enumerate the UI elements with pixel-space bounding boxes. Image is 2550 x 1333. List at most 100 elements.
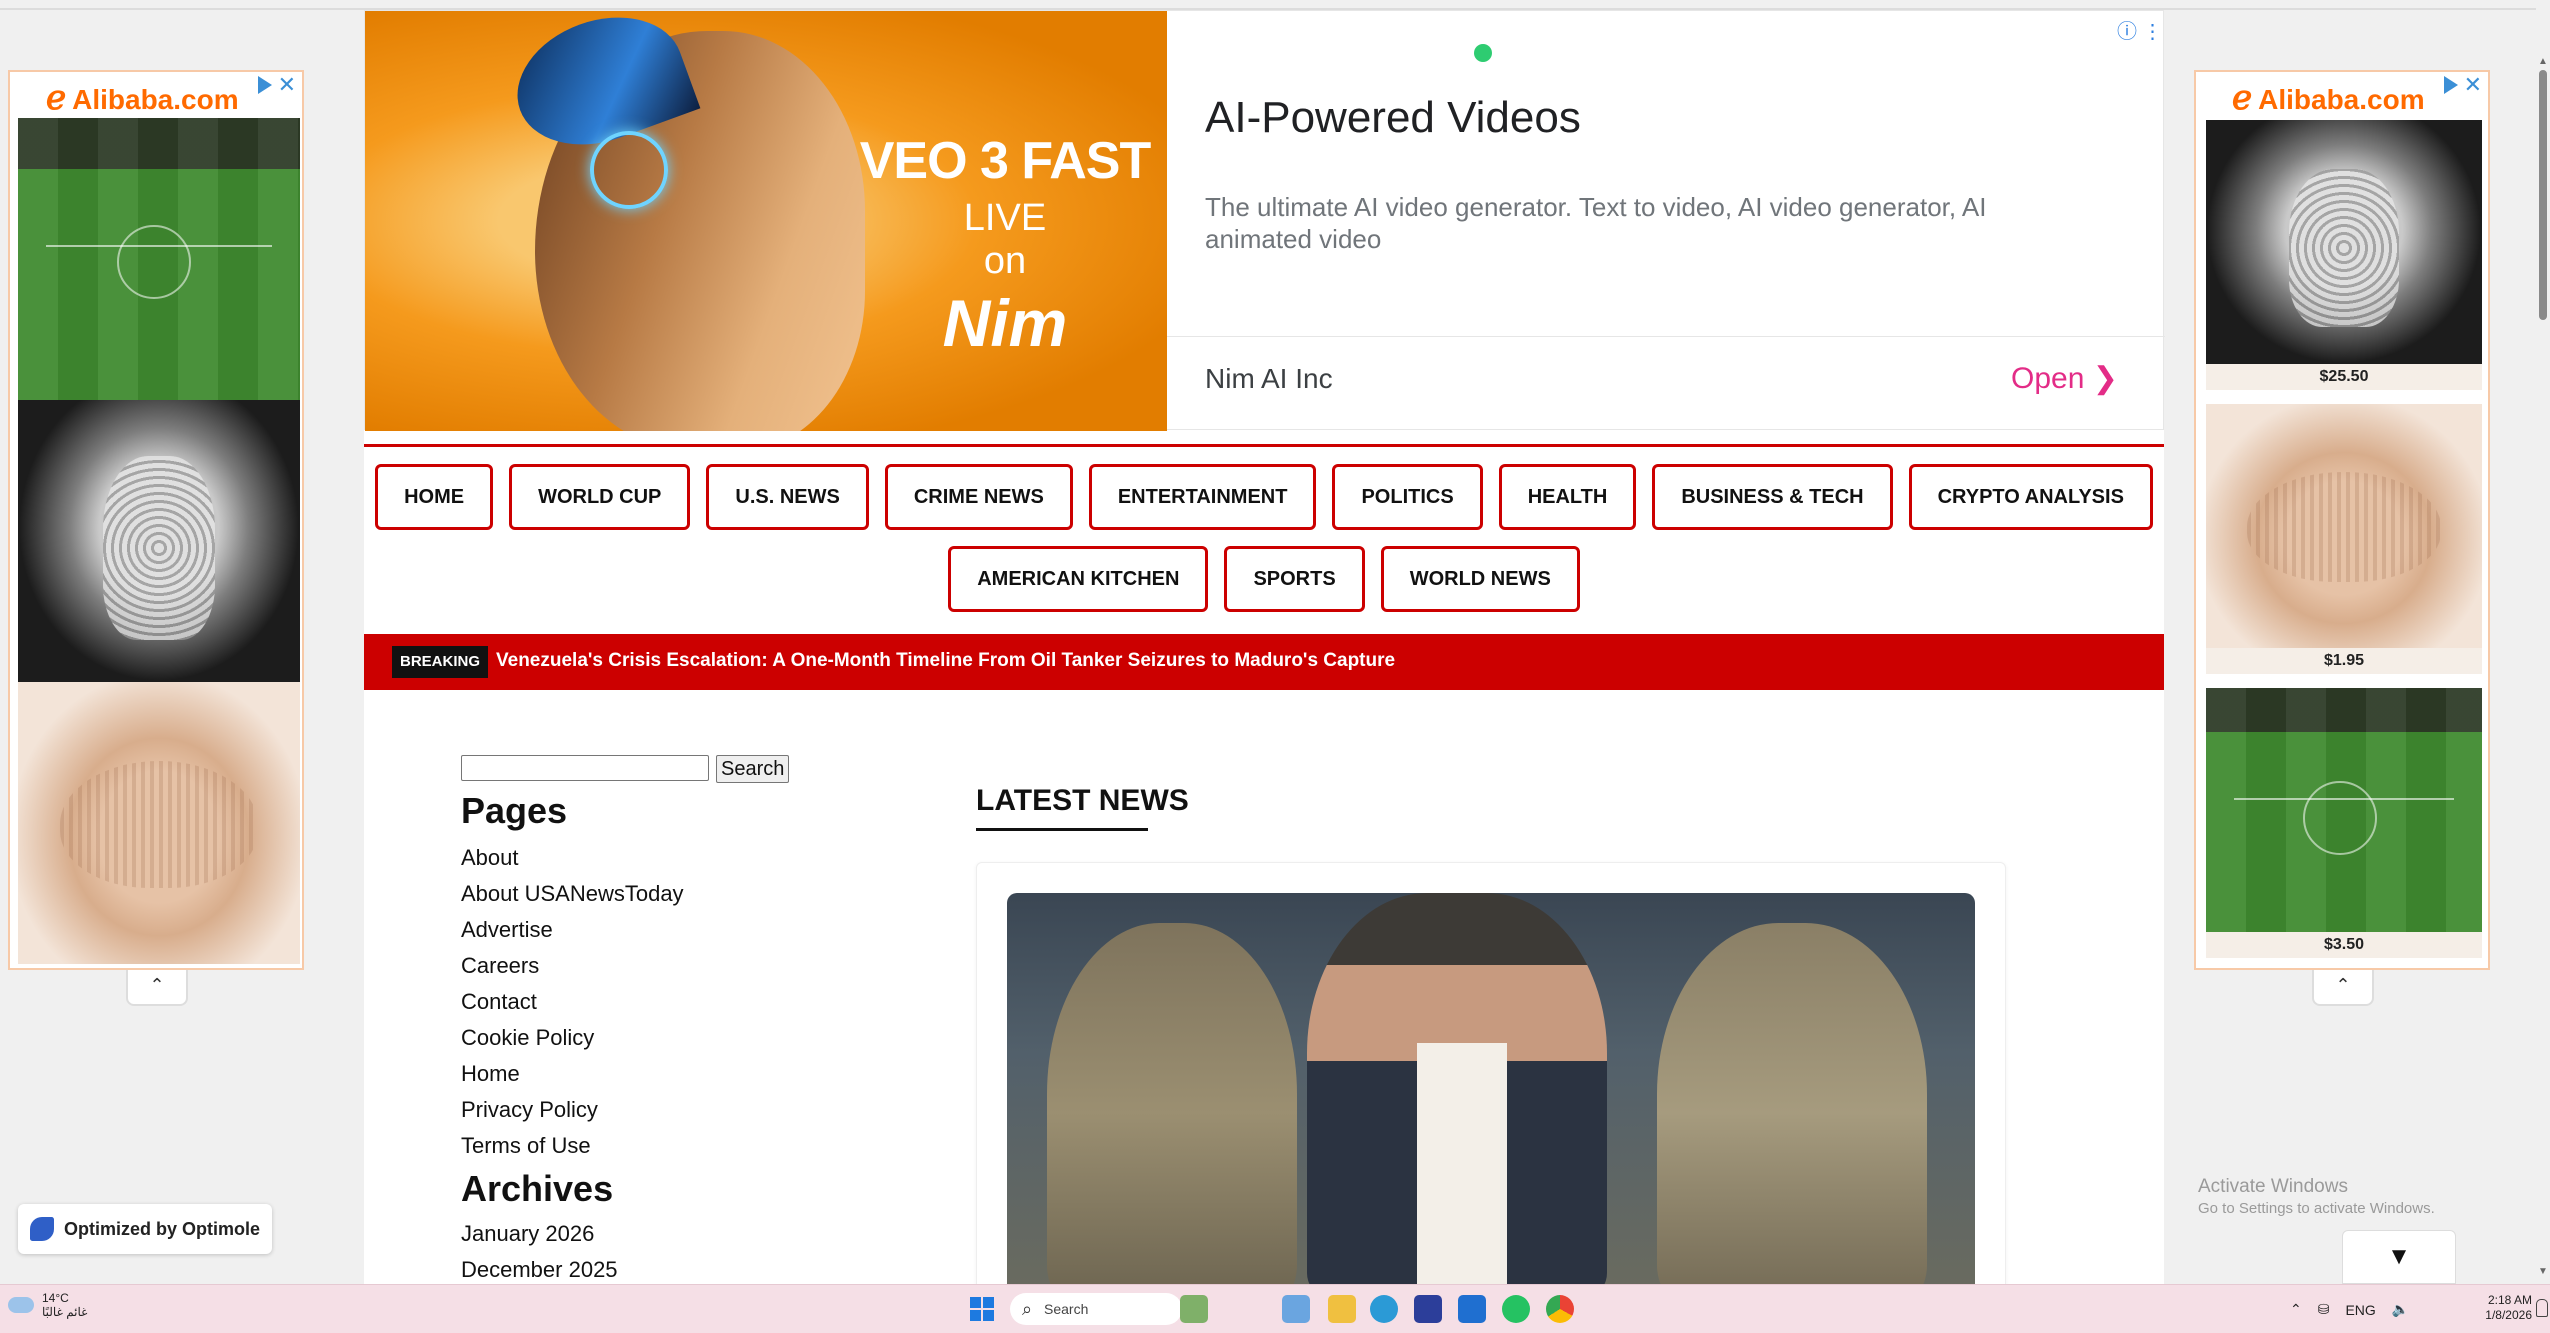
right-side-ad[interactable]: ℯ Alibaba.com ✕ $25.50 $1.95 $3.50 (2194, 70, 2490, 970)
search-input[interactable] (461, 755, 709, 781)
page-link-careers[interactable]: Careers (461, 948, 684, 984)
heading-underline (976, 828, 1148, 831)
stadium-image[interactable] (18, 118, 300, 400)
page-link-contact[interactable]: Contact (461, 984, 684, 1020)
archive-link[interactable]: January 2026 (461, 1216, 618, 1252)
page-link-home[interactable]: Home (461, 1056, 684, 1092)
cloud-icon (8, 1297, 34, 1313)
nav-item-american-kitchen[interactable]: AMERICAN KITCHEN (948, 546, 1209, 612)
windows-start-icon[interactable] (970, 1297, 994, 1321)
nav-item-world-news[interactable]: WORLD NEWS (1380, 546, 1580, 612)
store-icon[interactable] (1414, 1295, 1442, 1323)
fashion-image (2206, 120, 2482, 364)
windows-taskbar: 14°C غائم غالبًا Search ⌃ ⛁ ENG 🔈 2:18 A… (0, 1284, 2550, 1333)
page-scrollbar[interactable]: ▲ ▼ (2536, 0, 2550, 1284)
collapse-right-ad-button[interactable]: ⌃ (2312, 970, 2374, 1006)
pages-list: About About USANewsToday Advertise Caree… (461, 840, 684, 1164)
page-link-about[interactable]: About (461, 840, 684, 876)
alibaba-logo[interactable]: ℯ Alibaba.com (2232, 78, 2425, 118)
latest-news-heading: LATEST NEWS (976, 784, 1189, 817)
lingerie-image[interactable] (18, 682, 300, 964)
page-link-terms-of-use[interactable]: Terms of Use (461, 1128, 684, 1164)
ad-product-item[interactable]: $3.50 (2206, 688, 2482, 958)
widget-icon[interactable] (1180, 1295, 1208, 1323)
nav-item-home[interactable]: HOME (375, 464, 494, 530)
alibaba-logo[interactable]: ℯ Alibaba.com (46, 78, 239, 118)
taskbar-search[interactable]: Search (1010, 1293, 1182, 1325)
system-clock[interactable]: 2:18 AM 1/8/2026 (2482, 1293, 2532, 1323)
file-explorer-icon[interactable] (1328, 1295, 1356, 1323)
ad-glow-art (590, 131, 668, 209)
main-navigation: HOME WORLD CUP U.S. NEWS CRIME NEWS ENTE… (364, 464, 2164, 628)
pages-heading: Pages (461, 790, 568, 831)
nav-item-crime-news[interactable]: CRIME NEWS (884, 464, 1073, 530)
page-link-advertise[interactable]: Advertise (461, 912, 684, 948)
close-icon[interactable]: ✕ (278, 72, 296, 98)
scroll-up-arrow-icon[interactable]: ▲ (2538, 56, 2548, 68)
nav-item-entertainment[interactable]: ENTERTAINMENT (1088, 464, 1317, 530)
archives-heading: Archives (461, 1168, 614, 1209)
nav-item-business-tech[interactable]: BUSINESS & TECH (1652, 464, 1893, 530)
ad-header: ℯ Alibaba.com ✕ (10, 72, 302, 118)
nav-item-crypto-analysis[interactable]: CRYPTO ANALYSIS (1908, 464, 2153, 530)
notification-bell-icon[interactable] (2536, 1299, 2548, 1317)
alibaba-glyph-icon: ℯ (46, 79, 67, 117)
adchoices-icon[interactable] (258, 76, 272, 94)
activate-windows-watermark: Activate Windows Go to Settings to activ… (2198, 1176, 2435, 1217)
edge-browser-icon[interactable] (1370, 1295, 1398, 1323)
product-price: $1.95 (2206, 648, 2482, 674)
copilot-icon[interactable] (1282, 1295, 1310, 1323)
scroll-down-button[interactable]: ▼ (2342, 1230, 2456, 1284)
chevron-up-icon[interactable]: ⌃ (2290, 1301, 2302, 1318)
page-link-cookie-policy[interactable]: Cookie Policy (461, 1020, 684, 1056)
page-link-privacy-policy[interactable]: Privacy Policy (461, 1092, 684, 1128)
scrollbar-thumb[interactable] (2539, 70, 2547, 320)
ad-open-button[interactable]: Open ❯ (2011, 361, 2118, 396)
page-link-about-usanewstoday[interactable]: About USANewsToday (461, 876, 684, 912)
header-rule (364, 444, 2164, 447)
nav-item-politics[interactable]: POLITICS (1332, 464, 1483, 530)
ad-image[interactable]: VEO 3 FAST LIVE on Nim (365, 11, 1167, 431)
archive-link[interactable]: December 2025 (461, 1252, 618, 1284)
top-banner-ad[interactable]: VEO 3 FAST LIVE on Nim ⓘ ⋮ AI-Powered Vi… (364, 10, 2165, 431)
left-side-ad[interactable]: ℯ Alibaba.com ✕ (8, 70, 304, 970)
optimole-badge[interactable]: Optimized by Optimole (18, 1204, 272, 1254)
browser-viewport: ℯ Alibaba.com ✕ ⌃ ℯ Alibaba.com ✕ $25.50 $… (0, 0, 2536, 1284)
ad-product-item[interactable]: $1.95 (2206, 404, 2482, 674)
close-icon[interactable]: ✕ (2464, 72, 2482, 98)
language-indicator[interactable]: ENG (2345, 1302, 2375, 1318)
archives-list: January 2026 December 2025 (461, 1216, 618, 1284)
ad-product-item[interactable]: $25.50 (2206, 120, 2482, 390)
adchoices-icon[interactable] (2444, 76, 2458, 94)
chrome-icon[interactable] (1546, 1295, 1574, 1323)
ad-title[interactable]: AI-Powered Videos (1205, 93, 1581, 143)
chevron-right-icon: ❯ (2092, 362, 2118, 395)
ad-info-icon[interactable]: ⓘ ⋮ (2117, 15, 2163, 44)
network-icon[interactable]: ⛁ (2318, 1301, 2330, 1318)
nav-item-us-news[interactable]: U.S. NEWS (706, 464, 869, 530)
scroll-down-arrow-icon[interactable]: ▼ (2538, 1266, 2548, 1278)
nav-item-health[interactable]: HEALTH (1498, 464, 1637, 530)
news-card[interactable] (976, 862, 2006, 1284)
news-photo[interactable] (1007, 893, 1975, 1284)
outlook-icon[interactable] (1458, 1295, 1486, 1323)
breaking-news-ticker: BREAKING Venezuela's Crisis Escalation: … (364, 634, 2164, 690)
fashion-image[interactable] (18, 400, 300, 682)
product-price: $3.50 (2206, 932, 2482, 958)
collapse-left-ad-button[interactable]: ⌃ (126, 970, 188, 1006)
ad-image-text: VEO 3 FAST LIVE on Nim (859, 132, 1152, 360)
ad-description: The ultimate AI video generator. Text to… (1205, 192, 1987, 254)
product-price: $25.50 (2206, 364, 2482, 390)
ad-divider (1167, 336, 2165, 337)
whatsapp-icon[interactable] (1502, 1295, 1530, 1323)
search-button[interactable]: Search (716, 755, 790, 783)
breaking-label: BREAKING (392, 646, 489, 678)
weather-widget[interactable]: 14°C غائم غالبًا (8, 1291, 87, 1319)
alibaba-glyph-icon: ℯ (2232, 79, 2253, 117)
nav-item-world-cup[interactable]: WORLD CUP (509, 464, 691, 530)
ad-header: ℯ Alibaba.com ✕ (2196, 72, 2488, 118)
nav-item-sports[interactable]: SPORTS (1224, 546, 1365, 612)
ad-advertiser: Nim AI Inc (1205, 363, 1333, 394)
breaking-headline-link[interactable]: Venezuela's Crisis Escalation: A One-Mon… (496, 650, 1395, 672)
volume-icon[interactable]: 🔈 (2392, 1301, 2409, 1318)
